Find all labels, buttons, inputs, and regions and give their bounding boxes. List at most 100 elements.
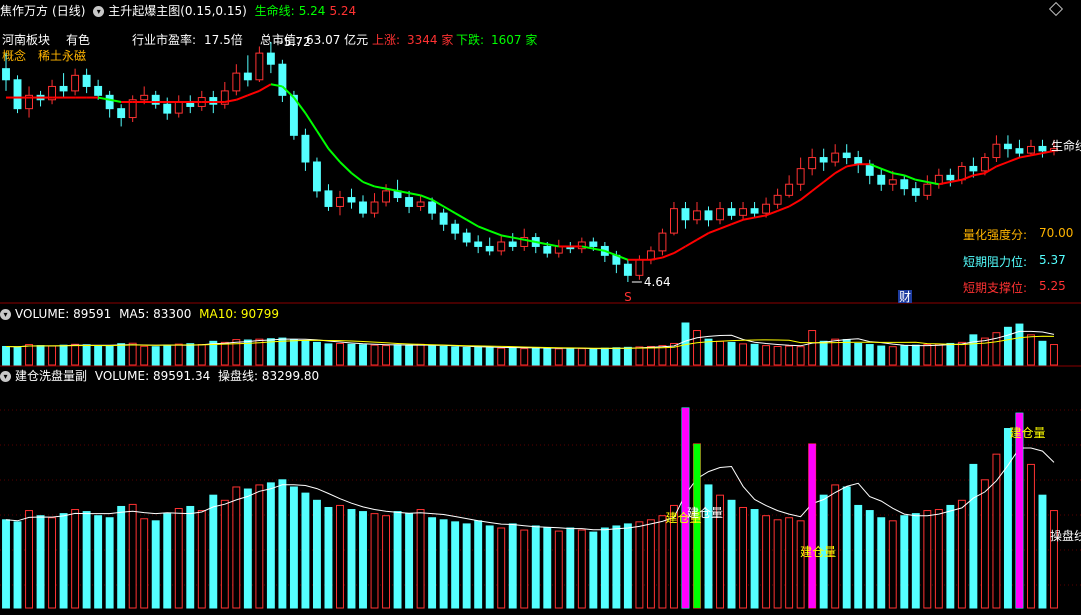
life-line-segment <box>846 163 859 168</box>
volume-bar <box>451 346 460 366</box>
volume-bar <box>359 344 367 366</box>
volume-bar <box>301 340 310 366</box>
candle <box>508 241 517 247</box>
accum-volume-bar <box>324 506 333 609</box>
candle <box>623 263 632 276</box>
life-line-segment <box>719 223 732 230</box>
candle <box>359 201 367 214</box>
life-line-segment <box>316 130 330 150</box>
candle <box>163 103 172 114</box>
volume-bar <box>71 343 80 366</box>
accum-volume-bar <box>508 523 517 609</box>
volume-bar <box>312 341 321 366</box>
volume-bar <box>128 342 137 366</box>
candle <box>819 157 828 163</box>
life-line-segment <box>235 94 249 101</box>
life-line-segment <box>466 218 479 228</box>
volume-bar <box>842 339 851 366</box>
accum-volume-bar <box>474 520 483 609</box>
accum-volume-bar <box>312 499 321 609</box>
accum-volume-bar <box>370 513 379 609</box>
volume-bar <box>969 334 978 366</box>
candle <box>842 152 851 159</box>
candle <box>370 201 379 214</box>
volume-bar <box>151 346 160 366</box>
build-volume-tag: 建仓量 <box>800 545 836 559</box>
accum-volume-bar <box>946 504 955 609</box>
candle <box>589 241 598 247</box>
accum-volume-bar <box>243 488 252 609</box>
candle <box>243 72 252 81</box>
accum-volume-bar <box>174 508 183 609</box>
volume-bar <box>612 347 621 366</box>
accum-volume-bar <box>451 521 460 609</box>
life-line-segment <box>880 167 894 175</box>
candle <box>347 197 356 203</box>
accum-volume-bar <box>151 520 160 609</box>
accum-volume-bar <box>1050 510 1058 609</box>
candle <box>900 179 909 190</box>
accum-volume-bar <box>531 525 540 609</box>
life-line-segment <box>350 172 364 183</box>
volume-bar <box>531 347 540 366</box>
life-line-segment <box>339 161 353 174</box>
life-line-segment <box>258 83 272 92</box>
life-line-segment <box>800 190 813 201</box>
candle <box>681 208 690 221</box>
ctrl-line <box>5 447 1055 531</box>
volume-bar <box>888 346 897 366</box>
volume-bar <box>405 344 414 366</box>
accum-volume-bar <box>739 506 748 609</box>
candle <box>451 223 460 234</box>
accum-volume-bar <box>796 520 805 609</box>
accum-volume-bar <box>969 463 978 609</box>
candle <box>140 94 149 101</box>
life-line-segment <box>996 161 1009 168</box>
accum-volume-bar <box>589 531 598 609</box>
accum-volume-bar <box>428 517 437 609</box>
volume-bar <box>1015 323 1024 366</box>
life-line-segment <box>788 198 802 208</box>
build-volume-tag: 建仓量 <box>1009 426 1045 440</box>
accum-volume-bar <box>865 510 874 609</box>
volume-bar <box>289 339 298 366</box>
accum-volume-bar <box>1003 428 1012 609</box>
life-line-segment <box>304 112 318 132</box>
life-line-segment <box>374 185 387 190</box>
candle <box>105 94 114 110</box>
volume-bar <box>278 337 287 366</box>
accum-volume-bar <box>71 509 80 609</box>
volume-bar <box>727 341 736 366</box>
volume-bar <box>1003 326 1012 366</box>
accum-volume-bar <box>1038 494 1047 609</box>
accum-volume-bar <box>278 479 287 609</box>
accum-volume-bar <box>25 510 33 609</box>
volume-bar <box>197 344 206 366</box>
life-line-segment <box>708 227 721 235</box>
volume-bar <box>497 347 506 366</box>
volume-bar <box>600 347 609 366</box>
accum-volume-bar <box>646 519 655 609</box>
candle <box>992 143 1001 159</box>
candle <box>82 74 91 87</box>
candle <box>174 101 183 114</box>
life-line-segment <box>247 89 260 97</box>
volume-bar <box>439 345 448 366</box>
life-line-segment <box>754 214 767 219</box>
accum-volume-bar <box>347 509 356 609</box>
candle <box>266 52 275 65</box>
candle <box>670 208 678 234</box>
volume-bar <box>82 344 91 366</box>
accum-volume-bar <box>439 519 448 609</box>
life-line-segment <box>777 205 790 212</box>
volume-bar <box>693 330 701 366</box>
volume-bar <box>508 346 517 366</box>
candle <box>232 72 241 92</box>
accum-volume-bar <box>612 525 621 609</box>
candle <box>59 85 68 92</box>
accum-volume-bar <box>94 515 103 609</box>
candle <box>1027 145 1035 154</box>
accum-volume-bar <box>635 521 644 609</box>
volume-bar <box>140 345 149 366</box>
candle <box>796 168 805 185</box>
